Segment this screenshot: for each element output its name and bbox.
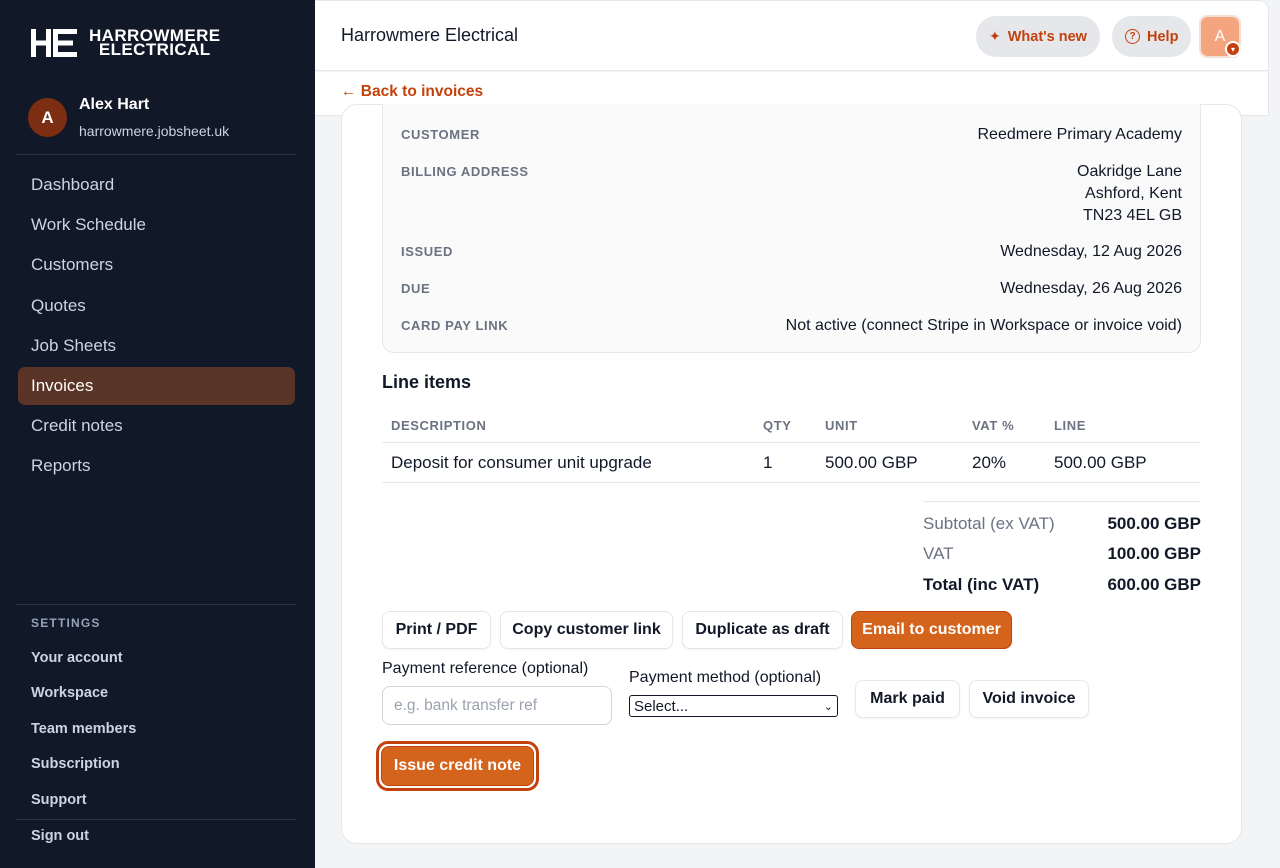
settings-item-subscription[interactable]: Subscription [31,747,136,783]
page-title: Harrowmere Electrical [341,25,519,45]
vat-label: VAT [923,544,954,563]
card-pay-status: Not active (connect Stripe in Workspace … [785,317,1182,334]
back-to-invoices-link[interactable]: ← Back to invoices [341,83,483,101]
sidebar-item-quotes[interactable]: Quotes [18,287,295,325]
table-row: Deposit for consumer unit upgrade 1 500.… [382,443,1201,483]
subtotal-value: 500.00 GBP [1107,514,1201,533]
detail-row-billing-address: BILLING ADDRESS Oakridge Lane Ashford, K… [401,161,1182,227]
settings-item-support[interactable]: Support [31,782,136,818]
payment-reference-input[interactable]: e.g. bank transfer ref [382,686,612,725]
sidebar-item-customers[interactable]: Customers [18,246,295,284]
payment-method-value: Select... [634,697,689,715]
address-line: TN23 4EL GB [1082,207,1182,224]
customer-name: Reedmere Primary Academy [977,126,1182,143]
invoice-details: CUSTOMER Reedmere Primary Academy BILLIN… [382,104,1201,353]
sign-out-link[interactable]: Sign out [31,828,89,844]
help-label: Help [1147,28,1179,45]
brand-line-2: ELECTRICAL [98,40,211,59]
item-line-total: 500.00 GBP [1054,452,1147,472]
whats-new-label: What's new [1007,28,1087,45]
brand-wordmark: HARROWMERE ELECTRICAL [89,27,221,59]
subtotal-label: Subtotal (ex VAT) [923,514,1055,533]
sidebar-item-job-sheets[interactable]: Job Sheets [18,327,295,365]
sidebar-item-dashboard[interactable]: Dashboard [18,166,295,204]
detail-label: BILLING ADDRESS [401,164,529,179]
sidebar-item-invoices[interactable]: Invoices [18,366,295,405]
address-line: Oakridge Lane [1077,163,1182,180]
sidebar-item-credit-notes[interactable]: Credit notes [18,407,295,445]
detail-label: CARD PAY LINK [401,318,509,333]
help-icon: ? [1125,29,1140,44]
detail-row-customer: CUSTOMER Reedmere Primary Academy [401,124,1182,146]
payment-reference-label: Payment reference (optional) [382,660,589,677]
total-row: Total (inc VAT) 600.00 GBP [923,575,1201,595]
item-vat: 20% [972,452,1007,472]
mark-paid-button[interactable]: Mark paid [855,680,960,718]
chevron-down-icon: ▾ [1225,41,1241,57]
subtotal-row: Subtotal (ex VAT) 500.00 GBP [923,514,1201,534]
workspace-domain: harrowmere.jobsheet.uk [79,123,230,139]
whats-new-button[interactable]: ✦ What's new [976,16,1100,57]
sparkle-icon: ✦ [989,28,1001,44]
column-header: UNIT [825,417,858,433]
item-unit: 500.00 GBP [825,452,918,472]
email-to-customer-button[interactable]: Email to customer [851,611,1012,649]
chevron-down-icon: ⌄ [823,700,833,713]
top-bar: Harrowmere Electrical ✦ What's new ? Hel… [315,0,1269,71]
sidebar-item-work-schedule[interactable]: Work Schedule [18,206,295,244]
column-header: QTY [763,417,792,433]
detail-row-due: DUE Wednesday, 26 Aug 2026 [401,278,1182,300]
payment-method-label: Payment method (optional) [629,669,822,686]
vat-row: VAT 100.00 GBP [923,544,1201,564]
avatar: A [28,98,67,137]
user-name: Alex Hart [79,96,150,113]
settings-heading: SETTINGS [31,616,101,630]
vat-value: 100.00 GBP [1107,544,1201,563]
settings-nav: Your account Workspace Team members Subs… [31,640,136,818]
copy-customer-link-button[interactable]: Copy customer link [500,611,673,649]
detail-row-issued: ISSUED Wednesday, 12 Aug 2026 [401,241,1182,263]
detail-label: DUE [401,281,431,296]
total-label: Total (inc VAT) [923,575,1040,594]
item-description: Deposit for consumer unit upgrade [391,452,652,472]
column-header: LINE [1054,417,1087,433]
totals-divider [923,501,1201,502]
issue-credit-note-button[interactable]: Issue credit note [381,746,534,786]
detail-label: CUSTOMER [401,127,480,142]
help-button[interactable]: ? Help [1112,16,1192,57]
issued-date: Wednesday, 12 Aug 2026 [1000,243,1182,260]
table-header: DESCRIPTION QTY UNIT VAT % LINE [382,408,1201,443]
void-invoice-button[interactable]: Void invoice [969,680,1089,718]
sidebar-divider [16,819,297,820]
column-header: DESCRIPTION [391,417,487,433]
settings-item-workspace[interactable]: Workspace [31,676,136,712]
due-date: Wednesday, 26 Aug 2026 [1000,280,1182,297]
user-profile[interactable]: A Alex Hart harrowmere.jobsheet.uk [28,96,229,139]
print-pdf-button[interactable]: Print / PDF [382,611,491,649]
line-items-table: DESCRIPTION QTY UNIT VAT % LINE Deposit … [382,408,1201,483]
billing-address: Oakridge Lane Ashford, Kent TN23 4EL GB [1077,161,1182,227]
address-line: Ashford, Kent [1085,185,1182,202]
payment-method-select[interactable]: Select... ⌄ [629,695,838,717]
account-menu-button[interactable]: A ▾ [1199,15,1241,58]
sidebar-item-reports[interactable]: Reports [18,447,295,485]
sidebar-divider [16,604,297,605]
detail-label: ISSUED [401,244,454,259]
main-nav: Dashboard Work Schedule Customers Quotes… [18,166,295,488]
detail-row-card-pay-link: CARD PAY LINK Not active (connect Stripe… [401,315,1182,337]
settings-item-team-members[interactable]: Team members [31,711,136,747]
sidebar: HARROWMERE ELECTRICAL A Alex Hart harrow… [0,0,315,868]
logo-mark-icon [31,29,77,57]
column-header: VAT % [972,417,1015,433]
brand-logo[interactable]: HARROWMERE ELECTRICAL [30,27,221,59]
item-qty: 1 [763,452,773,472]
sidebar-divider [16,154,297,155]
duplicate-as-draft-button[interactable]: Duplicate as draft [682,611,843,649]
line-items-heading: Line items [382,372,472,392]
settings-item-your-account[interactable]: Your account [31,640,136,676]
total-value: 600.00 GBP [1107,575,1201,594]
